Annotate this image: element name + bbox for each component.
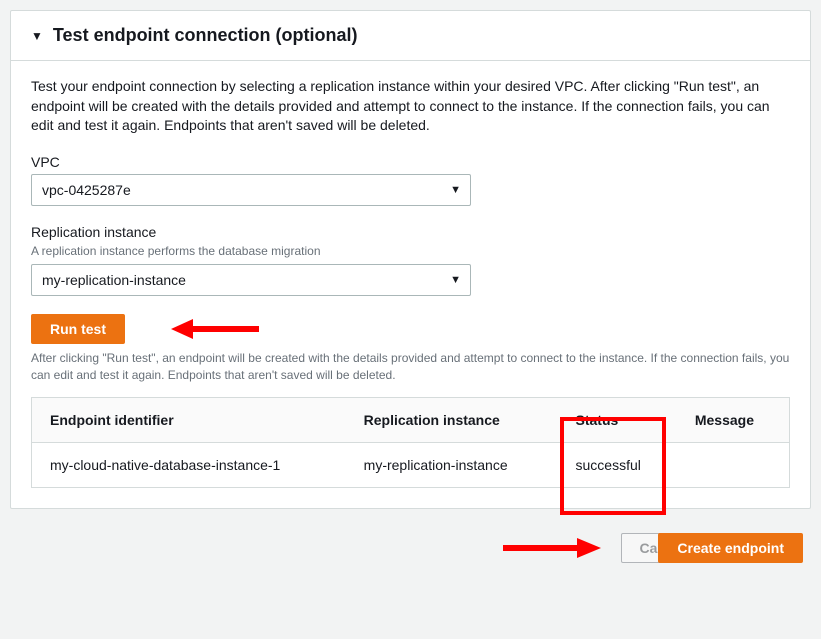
results-table: Endpoint identifier Replication instance… <box>31 397 790 488</box>
th-endpoint: Endpoint identifier <box>32 398 346 443</box>
th-replication: Replication instance <box>346 398 558 443</box>
panel-header[interactable]: ▼ Test endpoint connection (optional) <box>11 11 810 61</box>
vpc-select-value: vpc-0425287e <box>42 182 131 198</box>
replication-select-value: my-replication-instance <box>42 272 186 288</box>
cell-endpoint: my-cloud-native-database-instance-1 <box>32 443 346 488</box>
replication-field: Replication instance A replication insta… <box>31 224 790 296</box>
panel-title: Test endpoint connection (optional) <box>53 25 358 46</box>
test-endpoint-panel: ▼ Test endpoint connection (optional) Te… <box>10 10 811 509</box>
cell-status: successful <box>558 443 677 488</box>
replication-label: Replication instance <box>31 224 790 240</box>
table-header-row: Endpoint identifier Replication instance… <box>32 398 790 443</box>
cell-message <box>677 443 790 488</box>
arrow-annotation-icon <box>171 316 261 342</box>
run-test-hint: After clicking "Run test", an endpoint w… <box>31 350 790 384</box>
replication-hint: A replication instance performs the data… <box>31 244 790 258</box>
vpc-select[interactable]: vpc-0425287e <box>31 174 471 206</box>
create-endpoint-button[interactable]: Create endpoint <box>658 533 803 563</box>
run-test-row: Run test <box>31 314 790 344</box>
cell-replication: my-replication-instance <box>346 443 558 488</box>
vpc-label: VPC <box>31 154 790 170</box>
arrow-annotation-icon <box>501 535 601 561</box>
th-message: Message <box>677 398 790 443</box>
chevron-down-icon: ▼ <box>31 29 43 43</box>
vpc-field: VPC vpc-0425287e ▼ <box>31 154 790 206</box>
panel-description: Test your endpoint connection by selecti… <box>31 77 790 136</box>
footer-actions: Cancel Create endpoint <box>10 509 811 575</box>
replication-select[interactable]: my-replication-instance <box>31 264 471 296</box>
table-row: my-cloud-native-database-instance-1 my-r… <box>32 443 790 488</box>
run-test-button[interactable]: Run test <box>31 314 125 344</box>
panel-body: Test your endpoint connection by selecti… <box>11 61 810 508</box>
th-status: Status <box>558 398 677 443</box>
status-text: successful <box>576 457 641 473</box>
